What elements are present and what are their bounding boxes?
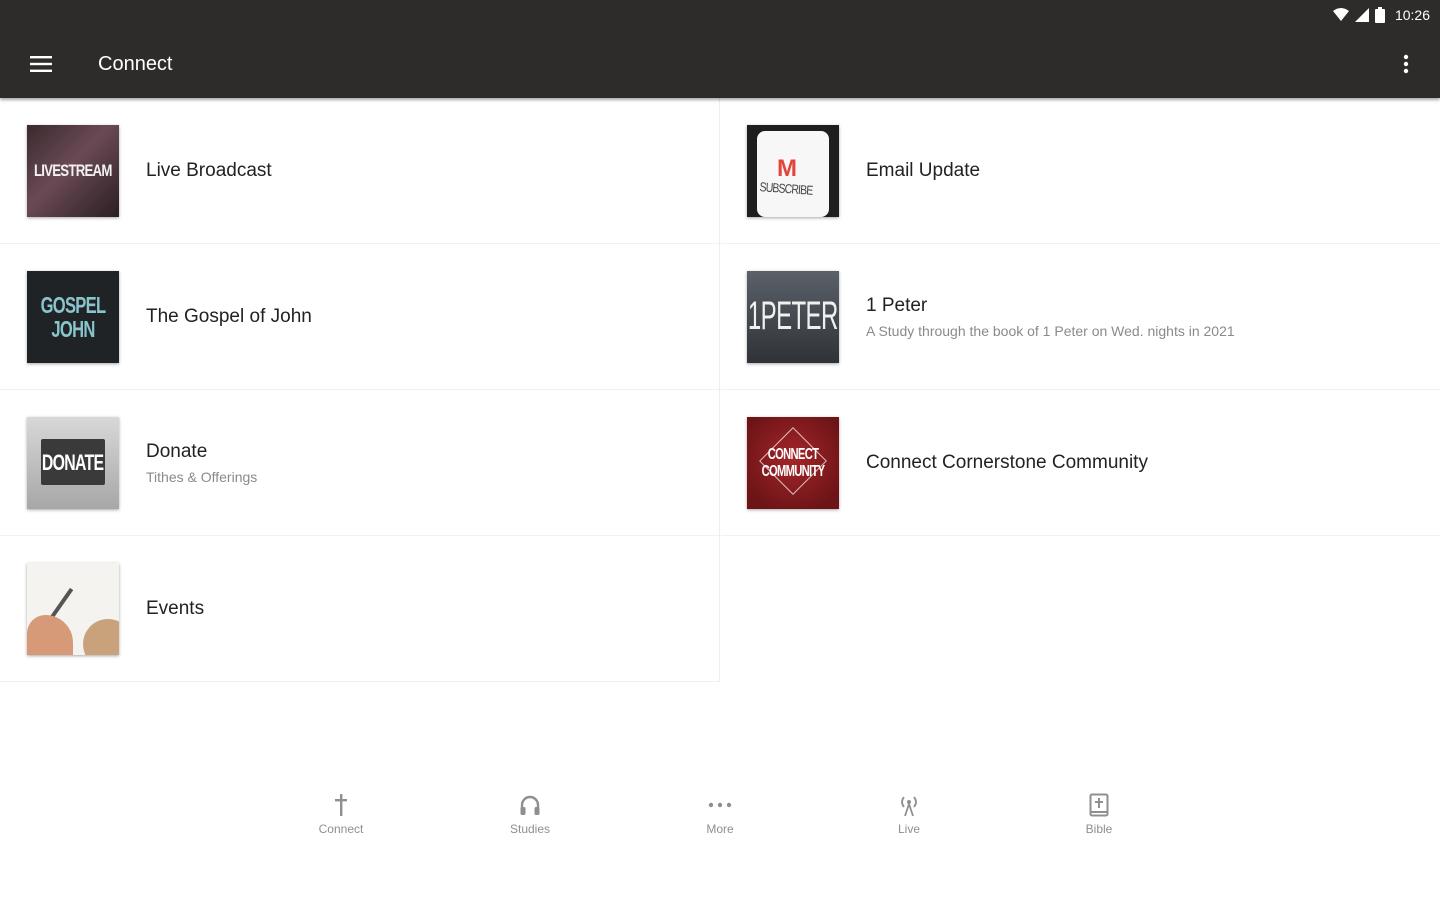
1-peter-thumbnail: 1PETER bbox=[747, 270, 839, 363]
item-title: Email Update bbox=[866, 159, 981, 181]
right-column: M SUBSCRIBE Email Update 1PETER 1 Peter … bbox=[721, 98, 1440, 536]
status-bar: 10:26 bbox=[0, 0, 1440, 30]
livestream-thumbnail: LIVESTREAM bbox=[27, 124, 119, 217]
list-item-connect-cornerstone[interactable]: CONNECT COMMUNITY Connect Cornerstone Co… bbox=[721, 390, 1440, 536]
bible-icon bbox=[1089, 790, 1109, 820]
email-subscribe-thumbnail: M SUBSCRIBE bbox=[747, 124, 839, 217]
item-title: 1 Peter bbox=[866, 294, 928, 316]
page-title: Connect bbox=[98, 52, 173, 75]
nav-bible[interactable]: Bible bbox=[1044, 790, 1154, 850]
nav-more[interactable]: More bbox=[665, 790, 775, 850]
nav-connect[interactable]: Connect bbox=[286, 790, 396, 850]
nav-label: Studies bbox=[509, 822, 551, 836]
gmail-icon: M bbox=[777, 154, 797, 182]
item-title: Connect Cornerstone Community bbox=[866, 451, 1148, 473]
wifi-icon bbox=[1332, 8, 1349, 22]
list-item-email-update[interactable]: M SUBSCRIBE Email Update bbox=[721, 98, 1440, 244]
app-bar: Connect bbox=[0, 30, 1440, 98]
item-title: The Gospel of John bbox=[146, 305, 312, 327]
gospel-john-thumbnail: GOSPEL JOHN bbox=[27, 270, 119, 363]
list-item-events[interactable]: Events bbox=[0, 536, 719, 682]
more-horizontal-icon bbox=[708, 790, 732, 820]
broadcast-icon bbox=[897, 790, 921, 820]
item-title: Live Broadcast bbox=[146, 159, 272, 181]
thumbnail-text: SUBSCRIBE bbox=[759, 178, 813, 198]
nav-label: Live bbox=[897, 822, 920, 836]
list-item-1-peter[interactable]: 1PETER 1 Peter A Study through the book … bbox=[721, 244, 1440, 390]
nav-live[interactable]: Live bbox=[854, 790, 964, 850]
thumbnail-text: DONATE bbox=[42, 449, 104, 475]
hamburger-menu-icon[interactable] bbox=[13, 36, 69, 92]
nav-studies[interactable]: Studies bbox=[475, 790, 585, 850]
battery-icon bbox=[1374, 7, 1385, 23]
item-subtitle: Tithes & Offerings bbox=[146, 468, 258, 485]
thumbnail-text: LIVESTREAM bbox=[34, 160, 112, 180]
headphones-icon bbox=[519, 790, 541, 820]
cross-icon bbox=[334, 790, 348, 820]
nav-label: More bbox=[706, 822, 734, 836]
item-title: Events bbox=[146, 597, 205, 619]
left-column: LIVESTREAM Live Broadcast GOSPEL JOHN Th… bbox=[0, 98, 720, 682]
donate-thumbnail: DONATE bbox=[27, 416, 119, 509]
bottom-navigation: Connect Studies More Live Bible bbox=[0, 782, 1440, 900]
item-subtitle: A Study through the book of 1 Peter on W… bbox=[866, 322, 1235, 339]
status-time: 10:26 bbox=[1394, 7, 1430, 23]
nav-label: Bible bbox=[1085, 822, 1113, 836]
nav-label: Connect bbox=[318, 822, 364, 836]
item-title: Donate bbox=[146, 440, 208, 462]
thumbnail-text: GOSPEL JOHN bbox=[40, 291, 106, 342]
list-item-gospel-of-john[interactable]: GOSPEL JOHN The Gospel of John bbox=[0, 244, 719, 390]
signal-icon bbox=[1354, 8, 1369, 22]
events-thumbnail bbox=[27, 562, 119, 655]
thumbnail-text: 1PETER bbox=[748, 294, 838, 338]
list-item-live-broadcast[interactable]: LIVESTREAM Live Broadcast bbox=[0, 98, 719, 244]
more-vertical-icon[interactable] bbox=[1382, 40, 1430, 88]
connect-community-thumbnail: CONNECT COMMUNITY bbox=[747, 416, 839, 509]
list-item-donate[interactable]: DONATE Donate Tithes & Offerings bbox=[0, 390, 719, 536]
thumbnail-text: CONNECT COMMUNITY bbox=[761, 445, 825, 480]
